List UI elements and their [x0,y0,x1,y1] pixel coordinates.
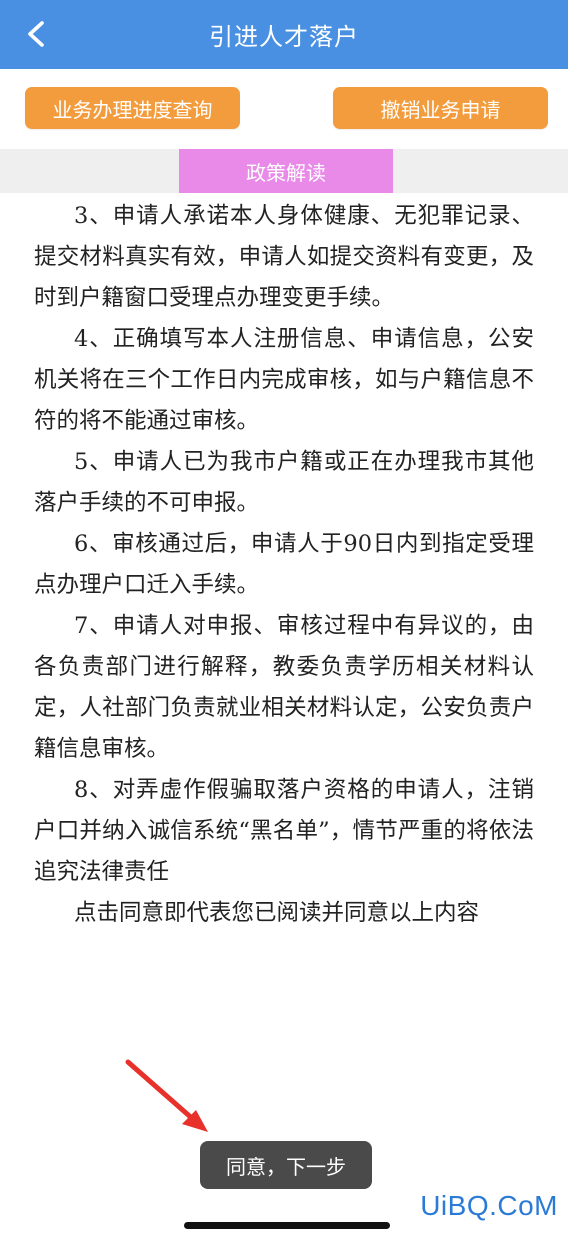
watermark-logo: UiBQ.CoM [420,1190,558,1221]
agree-next-button[interactable]: 同意，下一步 [200,1141,372,1189]
policy-paragraph: 3、申请人承诺本人身体健康、无犯罪记录、提交材料真实有效，申请人如提交资料有变更… [34,203,534,311]
policy-paragraph: 6、审核通过后，申请人于90日内到指定受理点办理户口迁入手续。 [34,531,534,598]
action-row: 业务办理进度查询 撤销业务申请 [0,69,568,149]
tab-policy-interpretation[interactable]: 政策解读 [179,149,393,193]
policy-paragraph: 7、申请人对申报、审核过程中有异议的，由各负责部门进行解释，教委负责学历相关材料… [34,613,534,762]
nav-bar: 引进人才落户 [0,0,568,69]
page-title: 引进人才落户 [209,23,359,51]
policy-content: 3、申请人承诺本人身体健康、无犯罪记录、提交材料真实有效，申请人如提交资料有变更… [34,196,534,934]
home-indicator[interactable] [184,1222,390,1229]
red-arrow-annotation-icon [125,1059,208,1132]
policy-paragraph: 8、对弄虚作假骗取落户资格的申请人，注销户口并纳入诚信系统“黑名单”，情节严重的… [34,777,534,885]
agreement-notice: 点击同意即代表您已阅读并同意以上内容 [74,900,480,926]
progress-query-button[interactable]: 业务办理进度查询 [25,87,240,129]
policy-paragraph: 5、申请人已为我市户籍或正在办理我市其他落户手续的不可申报。 [34,449,534,516]
chevron-left-icon[interactable] [24,20,50,48]
policy-paragraph: 4、正确填写本人注册信息、申请信息，公安机关将在三个工作日内完成审核，如与户籍信… [34,326,534,434]
cancel-application-button[interactable]: 撤销业务申请 [333,87,548,129]
